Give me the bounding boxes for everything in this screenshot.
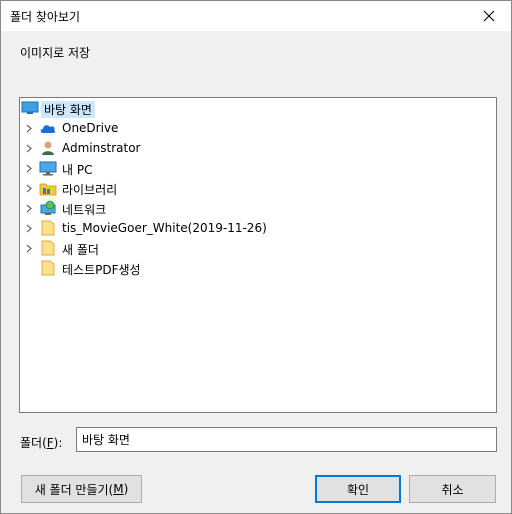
folder-field-label: 폴더(F): — [20, 434, 62, 451]
desktop-icon — [21, 100, 39, 116]
close-icon — [483, 10, 494, 22]
new-folder-mnemonic: M — [113, 482, 124, 496]
network-icon — [39, 200, 57, 216]
tree-item-user[interactable]: Adminstrator — [20, 138, 496, 158]
tree-item-label: 테스트PDF생성 — [62, 263, 141, 277]
chevron-right-icon[interactable] — [24, 163, 34, 173]
new-folder-button[interactable]: 새 폴더 만들기(M) — [21, 475, 142, 503]
user-icon — [39, 140, 57, 156]
chevron-right-icon[interactable] — [24, 123, 34, 133]
tree-item-label: 바탕 화면 — [41, 101, 95, 118]
folder-icon — [39, 220, 57, 236]
tree-item-label: OneDrive — [62, 121, 119, 135]
tree-item-onedrive[interactable]: OneDrive — [20, 118, 496, 138]
folder-path-value: 바탕 화면 — [82, 433, 130, 447]
tree-item-desktop[interactable]: 바탕 화면 — [20, 98, 496, 118]
tree-item-label: 라이브러리 — [62, 183, 118, 197]
tree-item-label: Adminstrator — [62, 141, 141, 155]
folder-label-end: ): — [53, 436, 63, 450]
chevron-right-icon[interactable] — [24, 183, 34, 193]
chevron-right-icon[interactable] — [24, 243, 34, 253]
chevron-right-icon[interactable] — [24, 143, 34, 153]
computer-icon — [39, 160, 57, 176]
folder-tree[interactable]: 바탕 화면 OneDrive Adminstrator 내 PC 라이브러리 네… — [19, 97, 497, 413]
chevron-right-icon[interactable] — [24, 203, 34, 213]
new-folder-label-end: ) — [123, 482, 129, 496]
folder-path-input[interactable]: 바탕 화면 — [76, 427, 497, 452]
close-button[interactable] — [466, 1, 511, 31]
new-folder-label: 새 폴더 만들기( — [34, 482, 114, 497]
tree-item-folder[interactable]: 새 폴더 — [20, 238, 496, 258]
tree-item-label: 네트워크 — [62, 203, 107, 217]
tree-item-label: 내 PC — [62, 163, 93, 177]
title-bar: 폴더 찾아보기 — [1, 1, 511, 31]
cloud-icon — [39, 120, 57, 136]
folder-label-text: 폴더( — [20, 436, 47, 450]
ok-button[interactable]: 확인 — [315, 475, 401, 503]
tree-item-this-pc[interactable]: 내 PC — [20, 158, 496, 178]
folder-icon — [39, 240, 57, 256]
tree-item-folder[interactable]: 테스트PDF생성 — [20, 258, 496, 278]
window-title: 폴더 찾아보기 — [10, 10, 81, 24]
browse-folder-dialog: 폴더 찾아보기 이미지로 저장 바탕 화면 OneDrive Adminstra… — [0, 0, 512, 514]
tree-item-libraries[interactable]: 라이브러리 — [20, 178, 496, 198]
tree-item-folder[interactable]: tis_MovieGoer_White(2019-11-26) — [20, 218, 496, 238]
tree-item-label: tis_MovieGoer_White(2019-11-26) — [62, 221, 267, 235]
folder-label-mnemonic: F — [46, 436, 54, 450]
chevron-right-icon[interactable] — [24, 223, 34, 233]
folder-icon — [39, 260, 57, 276]
tree-item-label: 새 폴더 — [62, 243, 99, 257]
tree-item-network[interactable]: 네트워크 — [20, 198, 496, 218]
library-icon — [39, 180, 57, 196]
dialog-prompt: 이미지로 저장 — [20, 46, 91, 60]
cancel-button[interactable]: 취소 — [409, 475, 496, 503]
